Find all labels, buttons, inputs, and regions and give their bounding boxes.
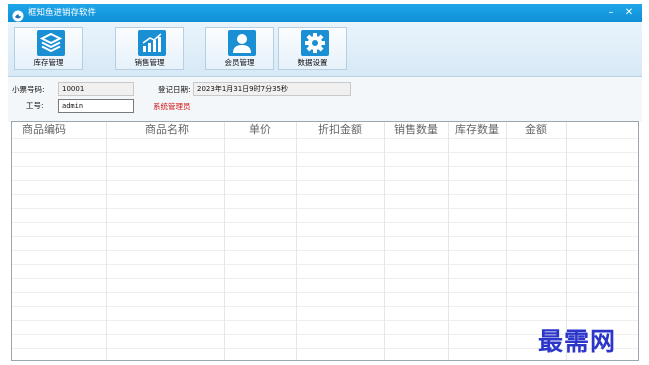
toolbar: 库存管理 销售管理 会员管理 数据设置 bbox=[8, 22, 642, 77]
column-divider bbox=[106, 122, 107, 360]
staff-id-label: 工号: bbox=[26, 101, 44, 110]
column-header-amount[interactable]: 金额 bbox=[506, 122, 566, 138]
receipt-number-label: 小票号码: bbox=[12, 85, 45, 94]
column-divider bbox=[384, 122, 385, 360]
column-header-discount-amount[interactable]: 折扣金额 bbox=[296, 122, 384, 138]
layers-icon bbox=[37, 30, 65, 56]
order-form: 小票号码: 10001 登记日期: 2023年1月31日9时7分35秒 工号: … bbox=[8, 77, 642, 122]
watermark-text: 最需网 bbox=[538, 327, 617, 356]
sales-management-button[interactable]: 销售管理 bbox=[115, 27, 184, 70]
member-management-button[interactable]: 会员管理 bbox=[205, 27, 274, 70]
column-header-stock-quantity[interactable]: 库存数量 bbox=[446, 122, 508, 138]
gear-icon bbox=[301, 30, 329, 56]
app-logo-icon bbox=[12, 7, 24, 22]
column-divider bbox=[448, 122, 449, 360]
inventory-management-label: 库存管理 bbox=[33, 58, 64, 67]
minimize-button[interactable]: – bbox=[604, 5, 618, 21]
staff-id-field[interactable]: admin bbox=[58, 99, 134, 113]
person-icon bbox=[228, 30, 256, 56]
column-header-product-code[interactable]: 商品编码 bbox=[12, 122, 76, 138]
registration-date-field[interactable]: 2023年1月31日9时7分35秒 bbox=[193, 82, 351, 96]
member-management-label: 会员管理 bbox=[224, 58, 255, 67]
window-title: 框知鱼进销存软件 bbox=[28, 8, 97, 18]
data-settings-label: 数据设置 bbox=[297, 58, 328, 67]
column-header-product-name[interactable]: 商品名称 bbox=[132, 122, 202, 138]
close-button[interactable]: ✕ bbox=[622, 5, 636, 21]
bar-chart-icon bbox=[138, 30, 166, 56]
registration-date-label: 登记日期: bbox=[158, 85, 191, 94]
receipt-number-field[interactable]: 10001 bbox=[58, 82, 134, 96]
column-divider bbox=[506, 122, 507, 360]
data-settings-button[interactable]: 数据设置 bbox=[278, 27, 347, 70]
app-window: 框知鱼进销存软件 – ✕ 库存管理 销售管理 会员管理 数据设置 小票号码: 1… bbox=[8, 4, 642, 362]
inventory-management-button[interactable]: 库存管理 bbox=[14, 27, 83, 70]
column-divider bbox=[224, 122, 225, 360]
sales-management-label: 销售管理 bbox=[134, 58, 165, 67]
grid-header: 商品编码 商品名称 单价 折扣金额 销售数量 库存数量 金额 bbox=[12, 122, 638, 138]
column-header-sales-quantity[interactable]: 销售数量 bbox=[384, 122, 448, 138]
column-header-unit-price[interactable]: 单价 bbox=[224, 122, 296, 138]
column-divider bbox=[296, 122, 297, 360]
title-bar[interactable]: 框知鱼进销存软件 – ✕ bbox=[8, 4, 642, 22]
role-text: 系统管理员 bbox=[153, 102, 191, 111]
